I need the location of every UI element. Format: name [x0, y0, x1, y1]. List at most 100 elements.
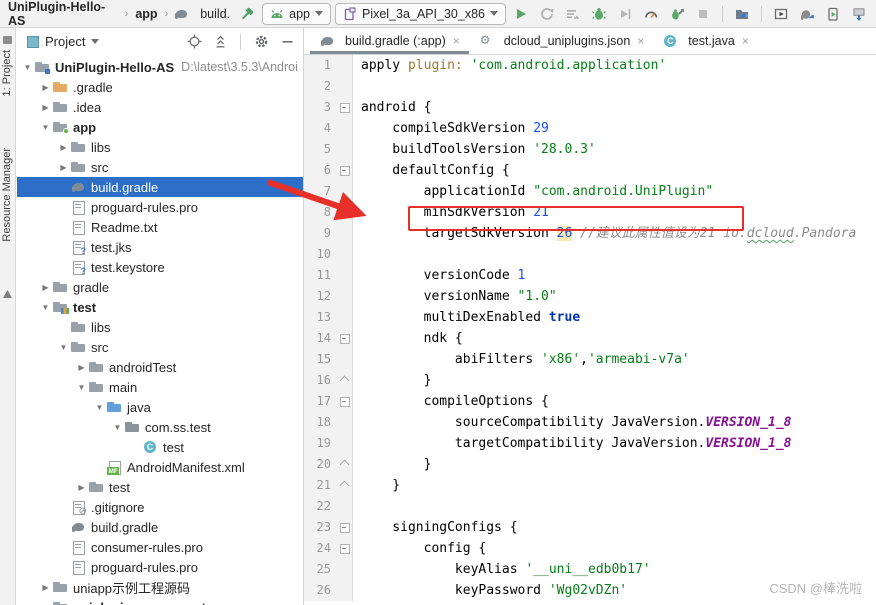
sdk-manager-icon[interactable]	[848, 3, 870, 25]
collapse-all-icon[interactable]	[210, 32, 230, 52]
tree-item-src[interactable]: src	[17, 157, 303, 177]
fold-marker-icon[interactable]	[337, 97, 353, 118]
tree-toggle-icon[interactable]	[75, 363, 88, 372]
settings-gear-icon[interactable]	[251, 32, 271, 52]
tree-toggle-icon[interactable]	[39, 83, 52, 92]
tree-toggle-icon[interactable]	[57, 143, 70, 152]
tree-item-androidTest[interactable]: androidTest	[17, 357, 303, 377]
code-line[interactable]: 14 ndk {	[304, 328, 876, 349]
tree-item-src[interactable]: src	[17, 337, 303, 357]
code-editor[interactable]: 1 apply plugin: 'com.android.application'…	[304, 55, 876, 605]
tree-item-test[interactable]: Ctest	[17, 437, 303, 457]
code-line[interactable]: 18 sourceCompatibility JavaVersion.VERSI…	[304, 412, 876, 433]
code-line[interactable]: 19 targetCompatibility JavaVersion.VERSI…	[304, 433, 876, 454]
tab-dcloud_uniplugins.json[interactable]: dcloud_uniplugins.json	[469, 28, 654, 54]
tree-item-.gitignore[interactable]: ⊘ .gitignore	[17, 497, 303, 517]
breadcrumb-project[interactable]: UniPlugin-Hello-AS	[6, 0, 120, 28]
tab-build.gradle-app-[interactable]: build.gradle (:app)	[310, 28, 469, 54]
tree-item-com.ss.test[interactable]: com.ss.test	[17, 417, 303, 437]
close-icon[interactable]	[453, 34, 460, 48]
code-line[interactable]: 1 apply plugin: 'com.android.application'	[304, 55, 876, 76]
tree-toggle-icon[interactable]	[57, 343, 70, 352]
avd-manager-icon[interactable]	[822, 3, 844, 25]
tree-toggle-icon[interactable]	[39, 583, 52, 592]
gradle-sync-icon[interactable]	[796, 3, 818, 25]
code-line[interactable]: 21 }	[304, 475, 876, 496]
breadcrumb-file[interactable]: build.	[198, 7, 232, 21]
fold-marker-icon[interactable]	[337, 475, 353, 496]
fold-marker-icon[interactable]	[337, 391, 353, 412]
close-icon[interactable]	[637, 34, 644, 48]
tree-item-main[interactable]: main	[17, 377, 303, 397]
run-config-dropdown[interactable]: app	[262, 2, 331, 25]
tree-item-libs[interactable]: libs	[17, 317, 303, 337]
tree-item-AndroidManifest.xml[interactable]: MF AndroidManifest.xml	[17, 457, 303, 477]
close-icon[interactable]	[742, 34, 749, 48]
fold-marker-icon[interactable]	[337, 538, 353, 559]
stop-icon[interactable]	[692, 3, 714, 25]
tree-toggle-icon[interactable]	[93, 403, 106, 412]
tree-toggle-icon[interactable]	[39, 283, 52, 292]
tree-item-proguard-rules.pro[interactable]: proguard-rules.pro	[17, 557, 303, 577]
hammer-build-icon[interactable]	[236, 3, 258, 25]
fold-marker-icon[interactable]	[337, 517, 353, 538]
hide-panel-icon[interactable]	[277, 32, 297, 52]
code-line[interactable]: 23 signingConfigs {	[304, 517, 876, 538]
fold-marker-icon[interactable]	[337, 454, 353, 475]
tool-window-resource-manager[interactable]: Resource Manager	[1, 148, 13, 242]
tool-window-project[interactable]: 1: Project	[1, 50, 13, 96]
code-line[interactable]: 11 versionCode 1	[304, 265, 876, 286]
code-line[interactable]: 10	[304, 244, 876, 265]
tree-toggle-icon[interactable]	[39, 303, 52, 312]
device-dropdown[interactable]: Pixel_3a_API_30_x86	[334, 2, 506, 25]
apply-changes-icon[interactable]	[536, 3, 558, 25]
run-button[interactable]	[510, 3, 532, 25]
code-line[interactable]: 7 applicationId "com.android.UniPlugin"	[304, 181, 876, 202]
build-variants-icon[interactable]	[3, 290, 12, 298]
code-line[interactable]: 22	[304, 496, 876, 517]
breadcrumb-module[interactable]: app	[133, 7, 159, 21]
project-view-title[interactable]: Project	[45, 34, 85, 49]
code-line[interactable]: 2	[304, 76, 876, 97]
code-line[interactable]: 12 versionName "1.0"	[304, 286, 876, 307]
tree-item-Readme.txt[interactable]: Readme.txt	[17, 217, 303, 237]
attach-debugger-icon[interactable]	[614, 3, 636, 25]
tree-item-uniapp-[interactable]: uniapp示例工程源码	[17, 577, 303, 597]
layout-inspector-icon[interactable]	[770, 3, 792, 25]
profile-icon[interactable]	[640, 3, 662, 25]
tab-test.java[interactable]: Ctest.java	[653, 28, 758, 54]
tree-toggle-icon[interactable]	[39, 103, 52, 112]
tree-toggle-icon[interactable]	[39, 123, 52, 132]
tree-item-app[interactable]: app	[17, 117, 303, 137]
fold-marker-icon[interactable]	[337, 160, 353, 181]
code-line[interactable]: 5 buildToolsVersion '28.0.3'	[304, 139, 876, 160]
tree-toggle-icon[interactable]	[75, 483, 88, 492]
tree-item-build.gradle[interactable]: build.gradle	[17, 177, 303, 197]
code-line[interactable]: 17 compileOptions {	[304, 391, 876, 412]
tree-toggle-icon[interactable]	[57, 163, 70, 172]
code-line[interactable]: 3 android {	[304, 97, 876, 118]
tree-item-java[interactable]: java	[17, 397, 303, 417]
code-line[interactable]: 6 defaultConfig {	[304, 160, 876, 181]
debug-button[interactable]	[588, 3, 610, 25]
tree-item-libs[interactable]: libs	[17, 137, 303, 157]
tree-item-UniPlugin-Hello-AS[interactable]: UniPlugin-Hello-AS D:\latest\3.5.3\Androi	[17, 57, 303, 77]
tree-item-test[interactable]: test	[17, 297, 303, 317]
tree-item-uniplugin-component[interactable]: uniplugin-component	[17, 597, 303, 605]
apply-code-changes-icon[interactable]	[562, 3, 584, 25]
code-line[interactable]: 25 keyAlias '__uni__edb0b17'	[304, 559, 876, 580]
tree-toggle-icon[interactable]	[21, 63, 34, 72]
debug-restart-icon[interactable]	[666, 3, 688, 25]
chevron-down-icon[interactable]	[91, 39, 100, 44]
tree-toggle-icon[interactable]	[111, 423, 124, 432]
code-line[interactable]: 20 }	[304, 454, 876, 475]
tree-item-.gradle[interactable]: .gradle	[17, 77, 303, 97]
tree-item-proguard-rules.pro[interactable]: proguard-rules.pro	[17, 197, 303, 217]
locate-icon[interactable]	[184, 32, 204, 52]
fold-marker-icon[interactable]	[337, 370, 353, 391]
tree-item-test[interactable]: test	[17, 477, 303, 497]
tree-item-consumer-rules.pro[interactable]: consumer-rules.pro	[17, 537, 303, 557]
code-line[interactable]: 4 compileSdkVersion 29	[304, 118, 876, 139]
code-line[interactable]: 15 abiFilters 'x86','armeabi-v7a'	[304, 349, 876, 370]
fold-marker-icon[interactable]	[337, 328, 353, 349]
